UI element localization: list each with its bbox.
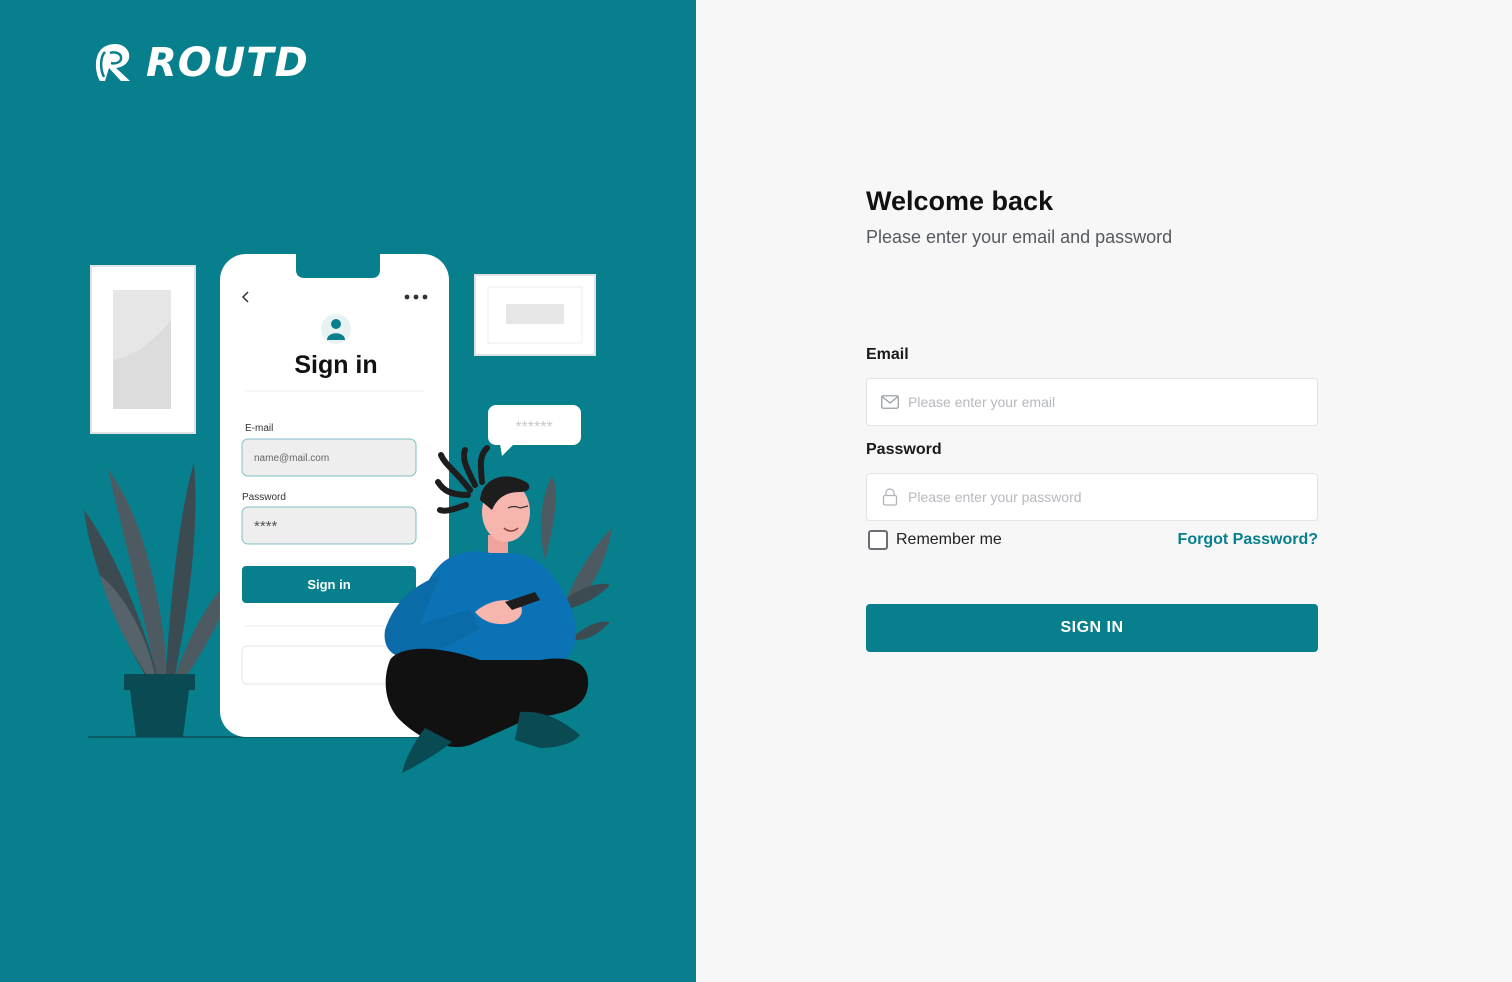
forgot-password-link[interactable]: Forgot Password? — [1178, 531, 1318, 549]
login-form: Welcome back Please enter your email and… — [866, 184, 1318, 652]
right-panel: Welcome back Please enter your email and… — [696, 0, 1512, 982]
speech-bubble: ****** — [488, 405, 581, 456]
remember-me-label: Remember me — [896, 531, 1002, 548]
picture-frame-left — [90, 265, 196, 434]
page-subtitle: Please enter your email and password — [866, 227, 1173, 247]
left-panel: ROUTD Sign in E-mail name@mail.com Passw… — [0, 0, 696, 982]
password-input[interactable] — [908, 475, 1317, 519]
sign-in-illustration: Sign in E-mail name@mail.com Password **… — [84, 254, 612, 773]
password-field[interactable] — [866, 473, 1318, 521]
phone-title: Sign in — [294, 351, 377, 379]
phone-password-label: Password — [242, 492, 286, 503]
phone-email-value: name@mail.com — [254, 453, 329, 464]
lock-icon — [880, 487, 900, 507]
password-label: Password — [866, 441, 942, 458]
sign-in-button[interactable]: SIGN IN — [866, 604, 1318, 652]
potted-plant — [84, 462, 242, 737]
email-label: Email — [866, 346, 909, 363]
checkbox-box[interactable] — [868, 530, 888, 550]
picture-frame-right — [474, 274, 596, 356]
phone-password-value: **** — [254, 518, 278, 535]
email-field[interactable] — [866, 378, 1318, 426]
page-title: Welcome back — [866, 186, 1054, 216]
email-input[interactable] — [908, 380, 1317, 424]
phone-email-label: E-mail — [245, 423, 273, 434]
phone-signin-button-label: Sign in — [307, 577, 350, 592]
envelope-icon — [880, 392, 900, 412]
remember-row: Remember me Forgot Password? — [866, 529, 1318, 551]
remember-me-checkbox[interactable]: Remember me — [866, 530, 1002, 550]
speech-bubble-text: ****** — [515, 419, 552, 436]
